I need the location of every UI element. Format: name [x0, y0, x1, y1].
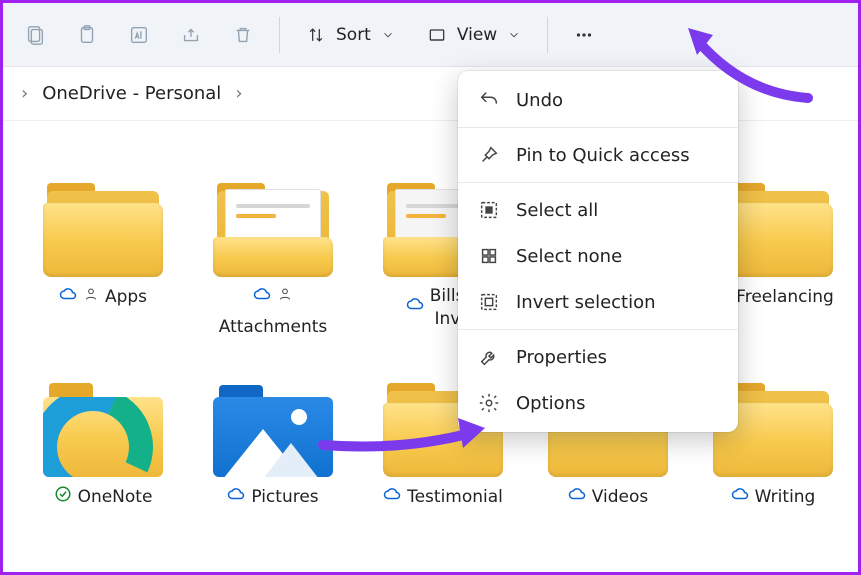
delete-button[interactable]: [219, 13, 267, 57]
chevron-down-icon: [507, 28, 521, 42]
invert-icon: [478, 291, 500, 313]
item-label: Testimonial: [407, 486, 503, 509]
separator: [279, 17, 280, 53]
share-button[interactable]: [167, 13, 215, 57]
sort-label: Sort: [336, 25, 371, 45]
annotation-arrow: [313, 403, 493, 467]
select-all-icon: [478, 199, 500, 221]
item-label: Attachments: [219, 316, 328, 339]
folder-icon: [43, 381, 163, 477]
annotation-arrow: [683, 23, 823, 117]
view-icon: [427, 25, 447, 45]
more-menu: Undo Pin to Quick access Select all Sele…: [458, 71, 738, 432]
sort-icon: [306, 25, 326, 45]
item-label: Writing: [755, 486, 816, 509]
chevron-right-icon[interactable]: ›: [21, 83, 28, 104]
menu-label: Select all: [516, 200, 598, 221]
cloud-icon: [227, 485, 245, 510]
item-label: Apps: [105, 286, 147, 309]
menu-label: Pin to Quick access: [516, 145, 690, 166]
cloud-icon: [59, 285, 77, 310]
sort-button[interactable]: Sort: [292, 13, 409, 57]
menu-label: Undo: [516, 90, 563, 111]
menu-invert-selection[interactable]: Invert selection: [458, 279, 738, 325]
folder-item[interactable]: Apps: [23, 181, 183, 310]
menu-select-all[interactable]: Select all: [458, 187, 738, 233]
folder-item[interactable]: Attachments: [193, 181, 353, 339]
cloud-icon: [383, 485, 401, 510]
menu-label: Invert selection: [516, 292, 656, 313]
menu-separator: [458, 127, 738, 128]
view-button[interactable]: View: [413, 13, 535, 57]
cloud-icon: [731, 485, 749, 510]
menu-label: Options: [516, 393, 585, 414]
menu-pin[interactable]: Pin to Quick access: [458, 132, 738, 178]
chevron-right-icon[interactable]: ›: [235, 83, 242, 104]
menu-separator: [458, 182, 738, 183]
undo-icon: [478, 89, 500, 111]
pin-icon: [478, 144, 500, 166]
paste-button[interactable]: [63, 13, 111, 57]
person-icon: [83, 286, 99, 309]
wrench-icon: [478, 346, 500, 368]
menu-label: Properties: [516, 347, 607, 368]
separator: [547, 17, 548, 53]
person-icon: [277, 286, 293, 309]
view-label: View: [457, 25, 497, 45]
item-label: Freelancing: [736, 286, 834, 309]
menu-options[interactable]: Options: [458, 380, 738, 426]
menu-properties[interactable]: Properties: [458, 334, 738, 380]
item-label: Videos: [592, 486, 649, 509]
more-button[interactable]: [560, 13, 608, 57]
menu-select-none[interactable]: Select none: [458, 233, 738, 279]
synced-icon: [54, 485, 72, 510]
menu-label: Select none: [516, 246, 622, 267]
ellipsis-icon: [573, 24, 595, 46]
item-label: OneNote: [78, 486, 153, 509]
cloud-icon: [253, 285, 271, 310]
folder-icon: [43, 181, 163, 277]
item-label: Pictures: [251, 486, 318, 509]
cut-button[interactable]: [11, 13, 59, 57]
chevron-down-icon: [381, 28, 395, 42]
cloud-icon: [406, 295, 424, 320]
menu-separator: [458, 329, 738, 330]
folder-item[interactable]: OneNote: [23, 381, 183, 510]
select-none-icon: [478, 245, 500, 267]
folder-icon: [213, 181, 333, 277]
breadcrumb-current[interactable]: OneDrive - Personal: [42, 83, 221, 104]
rename-button[interactable]: [115, 13, 163, 57]
cloud-icon: [568, 485, 586, 510]
